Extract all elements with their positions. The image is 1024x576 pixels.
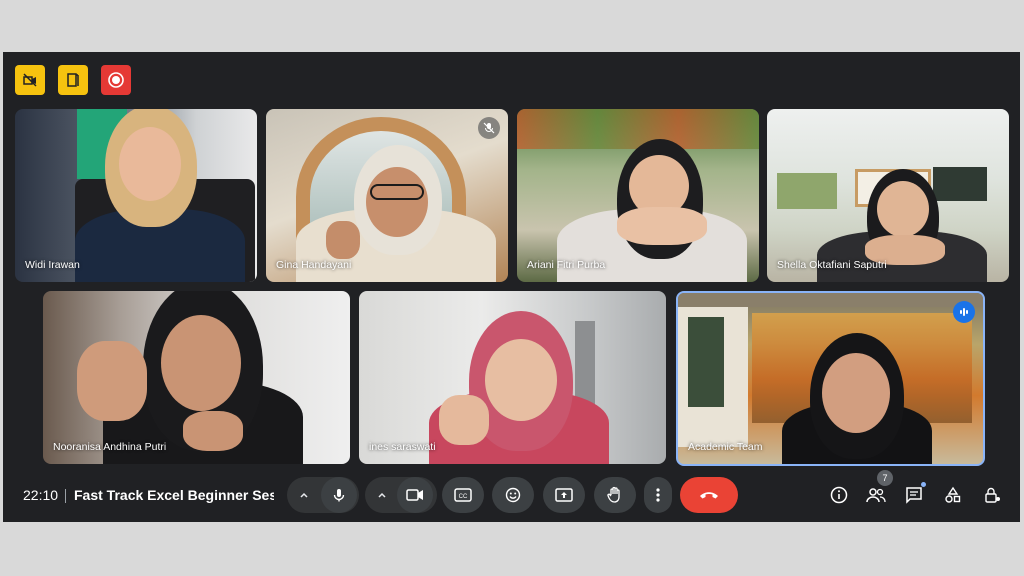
activities-icon: [944, 486, 962, 504]
host-controls-button[interactable]: [979, 482, 1005, 508]
video-tile[interactable]: Widi Irawan: [15, 109, 257, 282]
chat-unread-dot: [921, 482, 926, 487]
meeting-clock: 22:10: [23, 487, 59, 503]
camera-options-button[interactable]: [369, 482, 395, 508]
participant-name: Nooranisa Andhina Putri: [53, 441, 167, 453]
info-icon: [830, 486, 848, 504]
participant-name: Gina Handayani: [276, 259, 352, 271]
door-icon: [65, 72, 81, 88]
divider: [65, 489, 66, 503]
participant-video: [75, 109, 245, 282]
video-tile[interactable]: Gina Handayani: [266, 109, 508, 282]
participant-video: [73, 291, 313, 464]
more-options-icon: [656, 487, 660, 503]
record-icon: [107, 71, 125, 89]
camera-button[interactable]: [397, 477, 433, 513]
mic-icon: [331, 487, 347, 503]
participant-video: [782, 333, 932, 464]
recording-indicator[interactable]: [101, 65, 131, 95]
mic-off-indicator: [729, 117, 751, 139]
host-controls-icon: [983, 486, 1001, 504]
present-button[interactable]: [543, 477, 585, 513]
video-tile[interactable]: ines saraswati: [359, 291, 666, 464]
mic-off-icon: [483, 122, 495, 134]
activities-button[interactable]: [940, 482, 966, 508]
people-button[interactable]: [863, 482, 889, 508]
participant-name: Academic Team: [688, 441, 763, 453]
video-tile[interactable]: Nooranisa Andhina Putri: [43, 291, 350, 464]
speaking-icon: [958, 306, 970, 318]
participant-name: Shella Oktafiani Saputri: [777, 259, 887, 271]
door-indicator[interactable]: [58, 65, 88, 95]
meeting-title: Fast Track Excel Beginner Sessi...: [74, 487, 274, 503]
present-icon: [555, 488, 573, 502]
participant-name: Ariani Fitri Purba: [527, 259, 606, 271]
captions-button[interactable]: CC: [442, 477, 484, 513]
camera-off-indicator[interactable]: [15, 65, 45, 95]
camera-icon: [406, 488, 424, 502]
end-call-icon: [698, 489, 720, 501]
participant-video: [419, 291, 619, 464]
speaking-indicator: [953, 301, 975, 323]
emoji-button[interactable]: [492, 477, 534, 513]
meeting-details-button[interactable]: [826, 482, 852, 508]
video-tile[interactable]: Shella Oktafiani Saputri: [767, 109, 1009, 282]
meet-window: Widi Irawan Gina Handayani Ariani Fitri …: [3, 52, 1020, 522]
chat-icon: [905, 486, 923, 504]
raise-hand-icon: [607, 486, 623, 504]
chevron-up-icon: [376, 489, 388, 501]
camera-off-icon: [22, 72, 38, 88]
people-icon: [866, 487, 886, 503]
mic-options-button[interactable]: [291, 482, 317, 508]
mic-off-indicator: [478, 117, 500, 139]
svg-text:CC: CC: [459, 494, 468, 500]
participant-name: Widi Irawan: [25, 259, 80, 271]
chevron-up-icon: [298, 489, 310, 501]
more-options-button[interactable]: [644, 477, 672, 513]
video-tile[interactable]: Academic Team: [676, 291, 985, 466]
captions-icon: CC: [454, 488, 472, 502]
emoji-icon: [505, 487, 521, 503]
participant-name: ines saraswati: [369, 441, 436, 453]
raise-hand-button[interactable]: [594, 477, 636, 513]
mic-button[interactable]: [321, 477, 357, 513]
end-call-button[interactable]: [680, 477, 738, 513]
video-tile[interactable]: Ariani Fitri Purba: [517, 109, 759, 282]
